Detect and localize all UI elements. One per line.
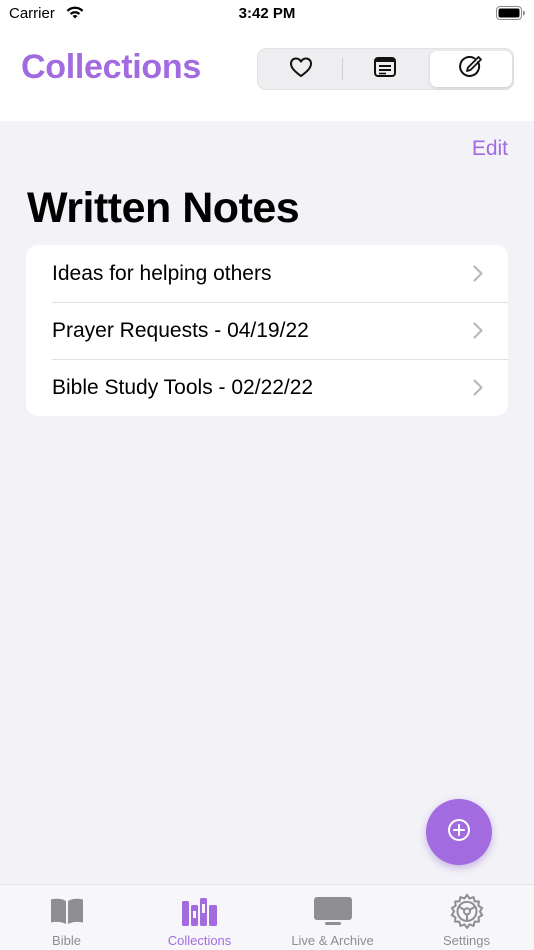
section-title: Written Notes <box>27 184 300 232</box>
heart-icon <box>289 56 313 83</box>
segment-notes[interactable] <box>344 51 426 87</box>
add-note-button[interactable] <box>426 799 492 865</box>
segment-favorites[interactable] <box>260 51 342 87</box>
written-notes-list: Ideas for helping others Prayer Requests… <box>26 245 508 416</box>
tab-label: Collections <box>167 933 232 948</box>
tv-icon <box>313 895 353 927</box>
chevron-right-icon <box>473 265 483 287</box>
battery-icon <box>496 6 526 25</box>
list-item[interactable]: Prayer Requests - 04/19/22 <box>26 302 508 359</box>
status-time: 3:42 PM <box>238 5 296 22</box>
status-bar: Carrier 3:42 PM <box>0 0 534 28</box>
tab-bar: Bible Collections Live & Archive Setting… <box>0 884 534 950</box>
collections-screen: Carrier 3:42 PM Collections Edit Written… <box>0 0 534 950</box>
tab-label: Live & Archive <box>291 933 374 948</box>
written-note-icon <box>458 54 484 85</box>
tab-bible[interactable]: Bible <box>0 885 133 950</box>
chevron-right-icon <box>473 379 483 401</box>
tab-live-archive[interactable]: Live & Archive <box>266 885 399 950</box>
list-item-label: Bible Study Tools - 02/22/22 <box>52 375 314 399</box>
tab-collections[interactable]: Collections <box>133 885 266 950</box>
list-item[interactable]: Bible Study Tools - 02/22/22 <box>26 359 508 416</box>
collection-type-segmented-control <box>257 48 514 90</box>
tab-settings[interactable]: Settings <box>400 885 533 950</box>
list-item[interactable]: Ideas for helping others <box>26 245 508 302</box>
nav-header: Collections <box>0 28 534 121</box>
tab-label: Settings <box>443 933 490 948</box>
note-icon <box>373 56 397 83</box>
chevron-right-icon <box>473 322 483 344</box>
list-item-label: Prayer Requests - 04/19/22 <box>52 318 309 342</box>
tab-label: Bible <box>52 933 81 948</box>
book-icon <box>49 895 85 927</box>
list-item-label: Ideas for helping others <box>52 261 272 285</box>
segment-divider <box>342 58 343 80</box>
edit-button[interactable]: Edit <box>472 137 508 161</box>
add-circle-icon <box>447 818 471 847</box>
gear-icon <box>449 893 485 929</box>
page-title: Collections <box>21 48 201 86</box>
books-icon <box>181 895 219 927</box>
segment-written-notes[interactable] <box>430 51 512 87</box>
